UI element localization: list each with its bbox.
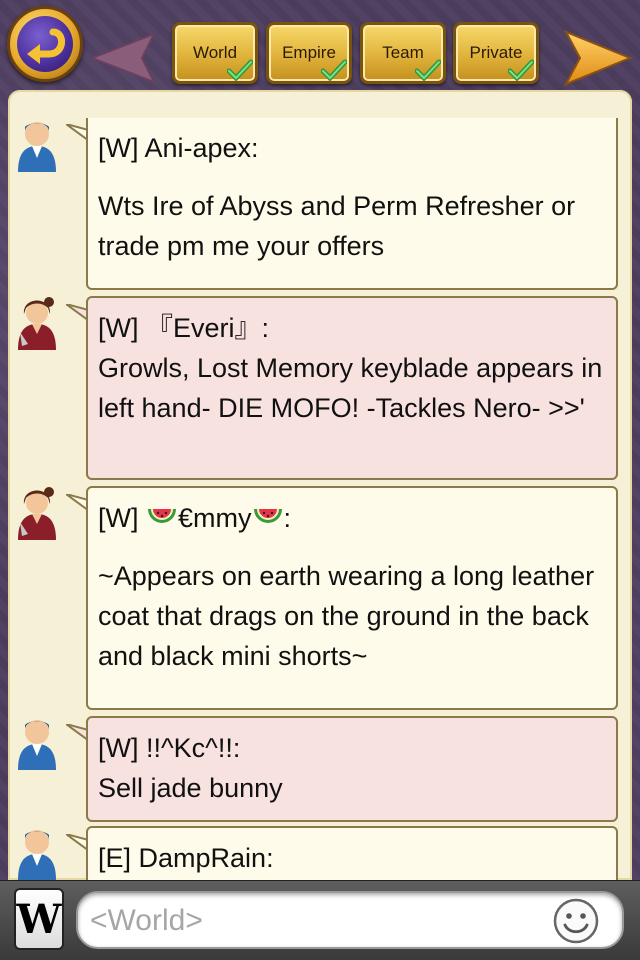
sender-suffix: :	[283, 503, 292, 533]
watermelon-icon	[253, 509, 282, 523]
message-text: Sell jade bunny	[98, 773, 283, 803]
top-bar: World Empire Team Private	[0, 0, 640, 92]
message-text: ~Appears on earth wearing a long leather…	[98, 561, 595, 671]
watermelon-icon	[148, 509, 177, 523]
message-text: Growls, Lost Memory keyblade appears in …	[98, 353, 603, 423]
sender-name: €mmy	[178, 503, 252, 533]
message-bubble[interactable]: [W] Ani-apex: Wts Ire of Abyss and Perm …	[86, 118, 618, 290]
scroll-right-arrow-icon[interactable]	[562, 28, 634, 88]
message-bubble[interactable]: [W] !!^Kc^!!: Sell jade bunny	[86, 716, 618, 822]
chat-input-bar: W	[0, 880, 640, 960]
chat-input-container[interactable]	[76, 891, 624, 949]
female-red-avatar-icon	[18, 297, 56, 350]
tab-world[interactable]: World	[172, 22, 258, 84]
chat-panel[interactable]: [W] Ani-apex: Wts Ire of Abyss and Perm …	[8, 90, 632, 880]
chat-input[interactable]	[90, 899, 550, 943]
scroll-left-arrow-icon[interactable]	[88, 30, 158, 86]
check-icon	[321, 59, 347, 81]
back-arrow-icon	[17, 16, 73, 72]
channel-select-button[interactable]: W	[14, 888, 64, 950]
message-sender: [W] 『Everi』:	[98, 313, 270, 343]
check-icon	[415, 59, 441, 81]
tab-empire[interactable]: Empire	[266, 22, 352, 84]
sender-prefix: [W]	[98, 503, 139, 533]
message-sender: [W] Ani-apex:	[98, 133, 259, 163]
female-red-avatar-icon	[18, 487, 56, 540]
message-text: Wts Ire of Abyss and Perm Refresher or t…	[98, 191, 576, 261]
message-sender: [W] €mmy :	[98, 498, 606, 538]
smiley-icon[interactable]	[552, 897, 600, 945]
check-icon	[227, 59, 253, 81]
message-sender: [W] !!^Kc^!!:	[98, 733, 241, 763]
male-blue-avatar-icon	[18, 122, 56, 172]
male-blue-avatar-icon	[18, 720, 56, 770]
message-sender: [E] DampRain:	[98, 843, 274, 873]
tab-team[interactable]: Team	[360, 22, 446, 84]
check-icon	[508, 59, 534, 81]
tab-private[interactable]: Private	[453, 22, 539, 84]
male-blue-avatar-icon	[18, 830, 56, 880]
back-button[interactable]	[7, 6, 83, 82]
message-bubble[interactable]: [E] DampRain:	[86, 826, 618, 880]
message-bubble[interactable]: [W] 『Everi』: Growls, Lost Memory keyblad…	[86, 296, 618, 480]
message-bubble[interactable]: [W] €mmy : ~Appears on earth wearing a l…	[86, 486, 618, 710]
